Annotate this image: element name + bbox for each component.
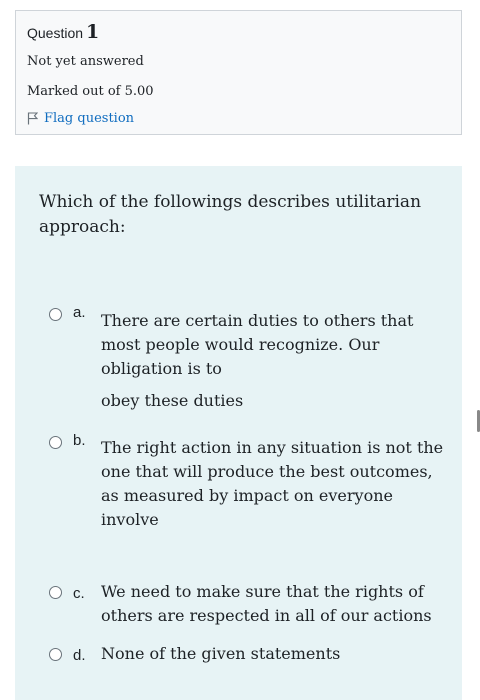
option-text: None of the given statements <box>101 642 446 666</box>
option-letter: a. <box>73 304 86 321</box>
radio-unchecked-icon[interactable] <box>49 308 62 321</box>
question-state: Not yet answered <box>27 54 144 69</box>
question-number-value: 1 <box>86 21 100 43</box>
radio-unchecked-icon[interactable] <box>49 436 62 449</box>
question-label: Question <box>27 25 84 41</box>
option-text: We need to make sure that the rights of … <box>101 580 446 628</box>
question-info-panel: Question 1 Not yet answered Marked out of… <box>15 10 462 135</box>
option-text: There are certain duties to others that … <box>101 309 446 413</box>
option-letter: d. <box>73 647 86 664</box>
radio-unchecked-icon[interactable] <box>49 648 62 661</box>
option-letter: b. <box>73 432 86 449</box>
flag-question-link[interactable]: Flag question <box>27 111 134 126</box>
option-text-line: obey these duties <box>101 391 244 410</box>
flag-question-label: Flag question <box>44 111 135 126</box>
option-text-line: There are certain duties to others that … <box>101 311 414 378</box>
flag-icon <box>27 112 38 125</box>
option-text-line: None of the given statements <box>101 644 341 663</box>
question-content: Which of the followings describes utilit… <box>15 166 462 700</box>
question-number: Question 1 <box>27 21 99 43</box>
option-text-line: The right action in any situation is not… <box>101 438 444 529</box>
option-letter: c. <box>73 585 85 602</box>
question-text: Which of the followings describes utilit… <box>39 192 422 237</box>
question-grade: Marked out of 5.00 <box>27 84 154 99</box>
radio-unchecked-icon[interactable] <box>49 586 62 599</box>
option-text: The right action in any situation is not… <box>101 436 446 532</box>
option-text-line: We need to make sure that the rights of … <box>101 582 432 625</box>
